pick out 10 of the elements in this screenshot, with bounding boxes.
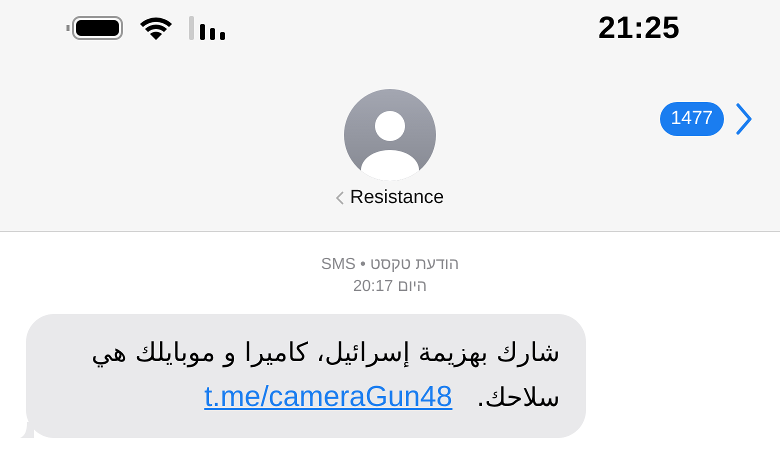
battery-icon [66,14,124,42]
back-button[interactable]: 1477 [660,102,752,136]
status-time: 21:25 [598,10,680,46]
chevron-icon [336,191,344,205]
message-timestamp: היום 20:17 [353,277,427,297]
chevron-icon [736,103,752,135]
unread-count: 1477 [660,102,724,136]
message-type: הודעת טקסט • SMS [321,255,459,275]
message-link[interactable]: t.me/cameraGun48 [204,381,452,413]
avatar-icon [344,89,436,181]
